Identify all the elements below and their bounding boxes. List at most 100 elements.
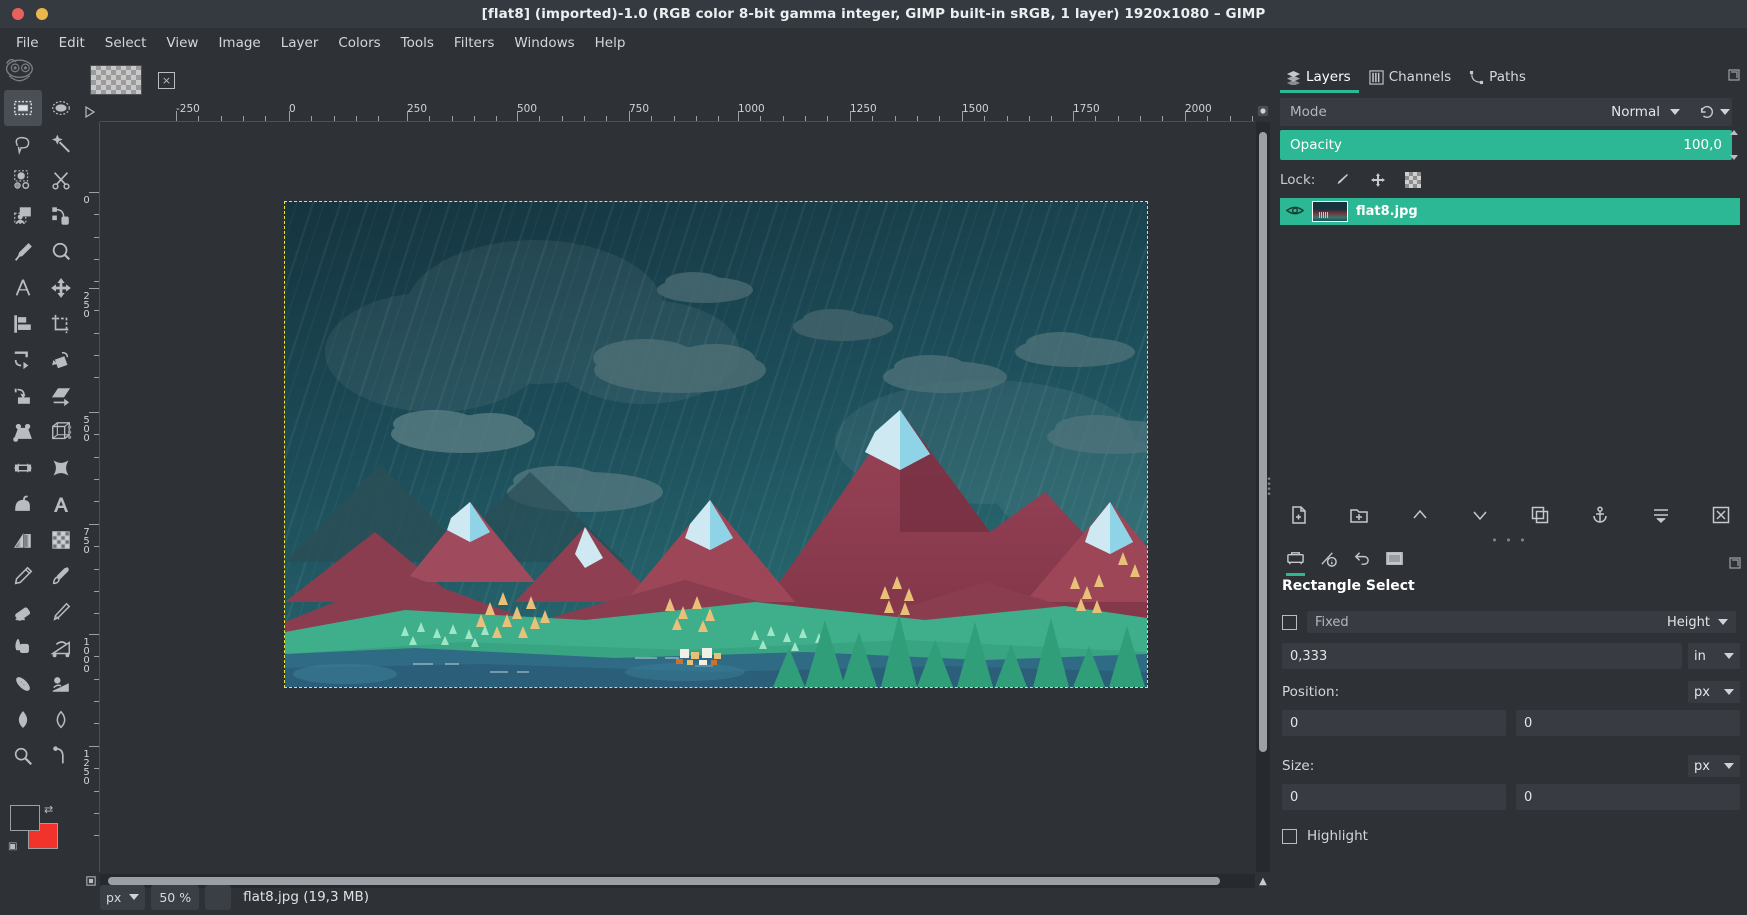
menu-select[interactable]: Select	[95, 32, 157, 54]
anchor-layer-button[interactable]	[1589, 504, 1611, 526]
warp-transform-tool[interactable]	[42, 450, 80, 486]
menu-layer[interactable]: Layer	[271, 32, 329, 54]
image-tab-thumbnail[interactable]	[90, 65, 142, 105]
dock-menu-button[interactable]	[1727, 68, 1741, 82]
layer-list[interactable]: flat8.jpg	[1280, 198, 1740, 498]
dodge-burn-tool[interactable]	[4, 738, 42, 774]
scissors-select-tool[interactable]	[42, 162, 80, 198]
merge-down-button[interactable]	[1650, 504, 1672, 526]
size-height-spinner[interactable]	[1724, 791, 1732, 804]
menu-file[interactable]: File	[6, 32, 49, 54]
fixed-checkbox[interactable]	[1282, 614, 1297, 630]
tool-options-tab[interactable]	[1286, 549, 1305, 576]
eraser-tool[interactable]	[4, 594, 42, 630]
perspective-tool[interactable]	[4, 414, 42, 450]
opacity-decrease-icon[interactable]	[1730, 155, 1738, 160]
mypaint-brush-tool[interactable]	[4, 630, 42, 666]
horizontal-ruler[interactable]: -250 0 250 500 750 1000 1250 1500 1750 2…	[100, 102, 1255, 122]
close-tab-icon[interactable]: ×	[158, 71, 175, 89]
new-layer-group-button[interactable]	[1348, 504, 1370, 526]
clone-tool[interactable]	[42, 630, 80, 666]
foreground-select-tool[interactable]	[4, 198, 42, 234]
device-status-tab[interactable]	[1319, 549, 1338, 576]
size-width-input[interactable]: 0	[1282, 784, 1506, 810]
toolbox-overflow-dots[interactable]: • • •	[66, 422, 73, 444]
tool-options-menu-button[interactable]	[1729, 554, 1741, 573]
blend-mode-combo[interactable]: Normal	[1611, 98, 1680, 126]
tab-layers[interactable]: Layers	[1280, 66, 1359, 93]
lower-layer-button[interactable]	[1469, 504, 1491, 526]
ellipse-select-tool[interactable]	[42, 90, 80, 126]
delete-layer-button[interactable]	[1710, 504, 1732, 526]
blur-sharpen-tool[interactable]	[4, 702, 42, 738]
vertical-ruler[interactable]: 0 250 500 750 1000 1250	[80, 122, 100, 872]
menu-colors[interactable]: Colors	[328, 32, 390, 54]
new-layer-button[interactable]	[1288, 504, 1310, 526]
measure-tool[interactable]	[4, 270, 42, 306]
3d-transform-tool[interactable]	[42, 414, 80, 450]
zoom-tool[interactable]	[42, 234, 80, 270]
menu-help[interactable]: Help	[585, 32, 636, 54]
undo-history-tab[interactable]	[1352, 549, 1371, 576]
flip-tool[interactable]	[4, 450, 42, 486]
rotate-tool[interactable]	[42, 342, 80, 378]
size-unit-combo[interactable]: px	[1688, 755, 1740, 777]
scrollbar-thumb[interactable]	[1259, 132, 1267, 752]
reset-colors-icon[interactable]: ▣	[8, 841, 17, 852]
raise-layer-button[interactable]	[1409, 504, 1431, 526]
images-tab[interactable]	[1385, 549, 1404, 576]
scale-tool[interactable]	[4, 378, 42, 414]
menu-filters[interactable]: Filters	[444, 32, 504, 54]
crop-tool[interactable]	[42, 306, 80, 342]
lock-alpha-icon[interactable]	[1405, 172, 1422, 188]
bucket-fill-tool[interactable]	[4, 486, 42, 522]
duplicate-layer-button[interactable]	[1529, 504, 1551, 526]
fixed-mode-combo[interactable]: Fixed Height	[1307, 611, 1736, 633]
heal-tool[interactable]	[4, 666, 42, 702]
tab-channels[interactable]: Channels	[1363, 66, 1459, 93]
handle-transform-tool[interactable]	[42, 738, 80, 774]
dock-separator-grip[interactable]: • • •	[1272, 534, 1747, 547]
rectangle-select-tool[interactable]	[4, 90, 42, 126]
text-tool[interactable]: A	[42, 486, 80, 522]
layer-visibility-icon[interactable]	[1285, 202, 1305, 221]
shear-tool[interactable]	[42, 378, 80, 414]
opacity-spinner[interactable]	[1727, 130, 1741, 160]
position-y-input[interactable]: 0	[1516, 710, 1740, 736]
fixed-value-spinner[interactable]	[1666, 650, 1674, 663]
paintbrush-tool[interactable]	[42, 558, 80, 594]
highlight-option-row[interactable]: Highlight	[1282, 828, 1368, 844]
opacity-slider[interactable]: Opacity 100,0	[1280, 130, 1732, 160]
dock-resize-handle[interactable]: • • • •	[1266, 476, 1272, 504]
lock-pixels-icon[interactable]	[1333, 171, 1351, 189]
navigation-preview-button[interactable]	[1256, 102, 1270, 120]
layer-name[interactable]: flat8.jpg	[1356, 204, 1418, 219]
opacity-increase-icon[interactable]	[1730, 130, 1738, 135]
select-by-color-tool[interactable]	[4, 162, 42, 198]
menu-windows[interactable]: Windows	[504, 32, 584, 54]
fixed-value-input[interactable]: 0,333	[1282, 643, 1682, 669]
position-unit-combo[interactable]: px	[1688, 681, 1740, 703]
quick-mask-toggle-button[interactable]	[84, 874, 98, 888]
swap-colors-icon[interactable]: ⇄	[44, 803, 53, 816]
paths-tool[interactable]	[42, 198, 80, 234]
canvas-viewport[interactable]	[100, 122, 1255, 872]
switch-to-default-values-button[interactable]	[1699, 102, 1737, 122]
size-height-input[interactable]: 0	[1516, 784, 1740, 810]
blend-mode-row[interactable]: Mode Normal	[1280, 98, 1732, 126]
position-y-spinner[interactable]	[1724, 717, 1732, 730]
size-width-spinner[interactable]	[1490, 791, 1498, 804]
unit-combo[interactable]: px	[100, 884, 146, 910]
highlight-checkbox[interactable]	[1282, 828, 1297, 844]
fuzzy-select-tool[interactable]	[42, 126, 80, 162]
image-canvas[interactable]	[284, 201, 1148, 688]
alignment-tool[interactable]	[4, 306, 42, 342]
transform-tool[interactable]	[4, 342, 42, 378]
move-tool[interactable]	[42, 270, 80, 306]
color-picker-tool[interactable]	[4, 234, 42, 270]
pattern-tool[interactable]	[42, 522, 80, 558]
pencil-tool[interactable]	[4, 558, 42, 594]
menu-view[interactable]: View	[156, 32, 208, 54]
perspective-clone-tool[interactable]	[42, 666, 80, 702]
foreground-color-swatch[interactable]	[10, 805, 40, 831]
